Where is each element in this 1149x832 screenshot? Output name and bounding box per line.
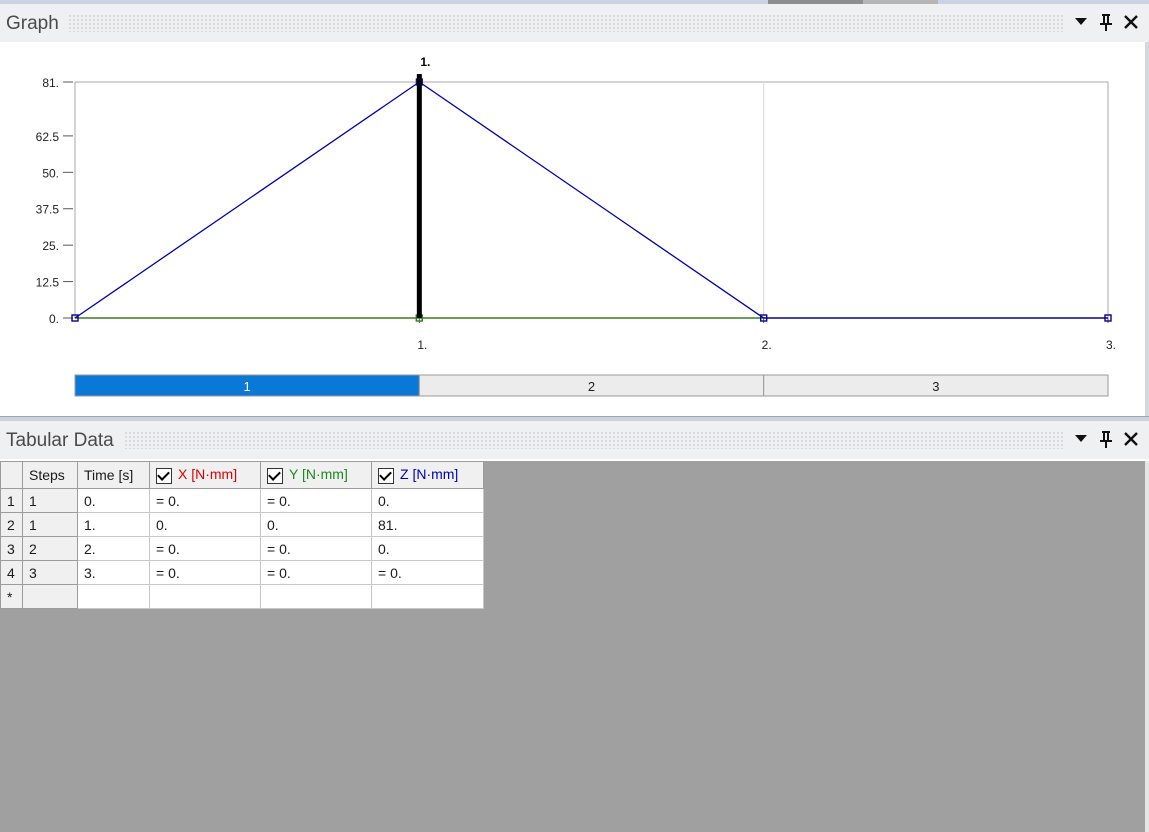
cell-steps: 3 <box>22 560 78 585</box>
cell-steps: 1 <box>22 488 78 513</box>
cell-y[interactable]: = 0. <box>260 536 372 561</box>
tabular-panel-title: Tabular Data <box>6 430 114 451</box>
header-y-label: Y [N·mm] <box>289 466 348 483</box>
cell-y[interactable] <box>260 584 372 609</box>
cell-z[interactable] <box>371 584 484 609</box>
current-time-label: 1. <box>420 55 430 69</box>
x-tick-label: 1. <box>417 338 427 352</box>
cell-y[interactable]: = 0. <box>260 488 372 513</box>
header-steps[interactable]: Steps <box>22 461 78 489</box>
graph-area: 0. 12.5 25. 37.5 50. 62.5 81. 1. 2. 3. 1. 1 2 3 <box>0 42 1149 416</box>
header-z[interactable]: Z [N·mm] <box>371 461 484 489</box>
z-visibility-checkbox[interactable] <box>378 467 394 484</box>
close-icon[interactable] <box>1122 12 1139 32</box>
y-tick-label: 81. <box>42 76 59 90</box>
table-row[interactable]: 2 1 1. 0. 0. 81. <box>0 512 484 537</box>
y-tick-label: 12.5 <box>36 276 60 290</box>
table-row[interactable]: 4 3 3. = 0. = 0. = 0. <box>0 560 484 585</box>
cell-time[interactable]: 3. <box>77 560 150 585</box>
table-row[interactable]: 3 2 2. = 0. = 0. 0. <box>0 536 484 561</box>
cell-z[interactable]: = 0. <box>371 560 484 585</box>
row-number[interactable]: 3 <box>0 536 23 561</box>
graph-panel-title: Graph <box>6 13 59 34</box>
header-z-label: Z [N·mm] <box>400 466 459 483</box>
cell-x[interactable]: = 0. <box>149 488 261 513</box>
close-icon[interactable] <box>1122 429 1139 449</box>
y-tick-label: 25. <box>42 239 59 253</box>
cell-y[interactable]: = 0. <box>260 560 372 585</box>
panel-grip[interactable] <box>124 431 1063 449</box>
cell-time[interactable]: 0. <box>77 488 150 513</box>
panel-grip[interactable] <box>68 14 1063 32</box>
row-number[interactable]: 4 <box>0 560 23 585</box>
cell-z[interactable]: 81. <box>371 512 484 537</box>
cell-steps: 1 <box>22 512 78 537</box>
x-tick-label: 3. <box>1106 338 1116 352</box>
dropdown-arrow-icon[interactable] <box>1072 429 1089 449</box>
step-segment-label: 3 <box>932 379 939 394</box>
step-segment-label: 2 <box>588 379 595 394</box>
cell-x[interactable]: = 0. <box>149 560 261 585</box>
y-tick-label: 37.5 <box>36 203 60 217</box>
x-visibility-checkbox[interactable] <box>156 467 172 484</box>
row-number[interactable]: 2 <box>0 512 23 537</box>
y-tick-label: 0. <box>49 312 59 326</box>
table-row[interactable]: 1 1 0. = 0. = 0. 0. <box>0 488 484 513</box>
load-history-chart[interactable]: 0. 12.5 25. 37.5 50. 62.5 81. 1. 2. 3. 1. 1 2 3 <box>0 42 1145 416</box>
cell-time[interactable]: 1. <box>77 512 150 537</box>
y-visibility-checkbox[interactable] <box>267 467 283 484</box>
y-tick-label: 50. <box>42 166 59 180</box>
step-segment-label: 1 <box>244 379 251 394</box>
cell-y[interactable]: 0. <box>260 512 372 537</box>
cell-x[interactable]: 0. <box>149 512 261 537</box>
header-x-label: X [N·mm] <box>178 466 238 483</box>
dropdown-arrow-icon[interactable] <box>1072 12 1089 32</box>
new-row-marker[interactable]: * <box>0 584 23 609</box>
cell-time[interactable] <box>77 584 150 609</box>
table-header-row: Steps Time [s] X [N·mm] Y [N·mm] Z [N·mm… <box>0 461 484 489</box>
x-tick-label: 2. <box>762 338 772 352</box>
cell-time[interactable]: 2. <box>77 536 150 561</box>
header-x[interactable]: X [N·mm] <box>149 461 261 489</box>
graph-panel-header: Graph <box>0 4 1149 42</box>
row-number[interactable]: 1 <box>0 488 23 513</box>
header-time[interactable]: Time [s] <box>77 461 150 489</box>
y-tick-label: 62.5 <box>36 130 60 144</box>
pin-icon[interactable] <box>1097 429 1114 449</box>
tabular-data-table: Steps Time [s] X [N·mm] Y [N·mm] Z [N·mm… <box>0 461 484 609</box>
corner-cell[interactable] <box>0 461 23 489</box>
tabular-panel-header: Tabular Data <box>0 421 1149 459</box>
pin-icon[interactable] <box>1097 12 1114 32</box>
cell-steps: 2 <box>22 536 78 561</box>
cell-steps <box>22 584 78 609</box>
cell-z[interactable]: 0. <box>371 536 484 561</box>
cell-x[interactable]: = 0. <box>149 536 261 561</box>
scrollbar-track <box>1145 461 1149 832</box>
header-y[interactable]: Y [N·mm] <box>260 461 372 489</box>
cell-z[interactable]: 0. <box>371 488 484 513</box>
cell-x[interactable] <box>149 584 261 609</box>
table-new-row[interactable]: * <box>0 584 484 609</box>
